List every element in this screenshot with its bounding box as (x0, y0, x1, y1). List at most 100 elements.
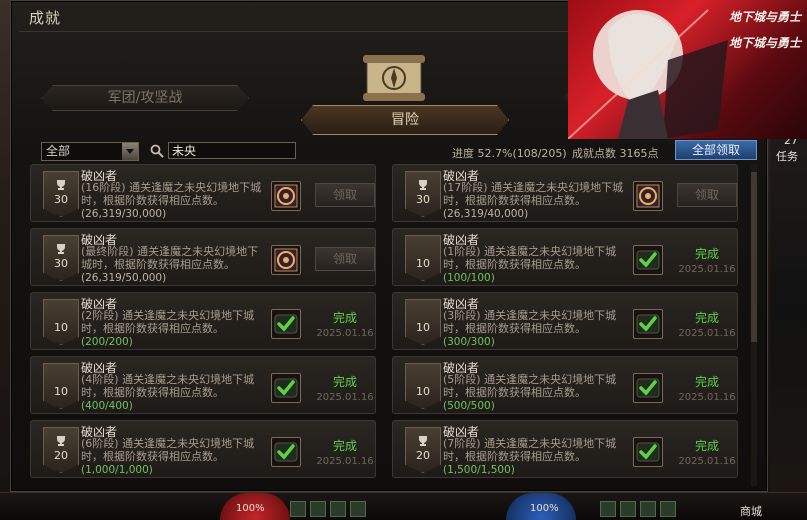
achievement-card: 10 破凶者 (4阶段) 通关逢魔之未央幻境地下城时，根据阶数获得相应点数。 (400… (30, 356, 376, 414)
achievement-progress: (26,319/50,000) (81, 272, 167, 284)
achievement-description: (7阶段) 通关逢魔之未央幻境地下城时，根据阶数获得相应点数。 (443, 437, 617, 463)
completed-date: 2025.01.16 (316, 328, 374, 339)
achievement-description: (最终阶段) 通关逢魔之未央幻境地下城时，根据阶数获得相应点数。 (81, 245, 259, 271)
claim-button[interactable]: 领取 (315, 183, 375, 207)
filter-selected-value: 全部 (46, 144, 71, 158)
achievement-description: (3阶段) 通关逢魔之未央幻境地下城时，根据阶数获得相应点数。 (443, 309, 617, 335)
claim-all-button[interactable]: 全部领取 (675, 140, 757, 160)
points-value: 30 (416, 193, 430, 206)
points-value: 10 (416, 385, 430, 398)
points-badge: 30 (43, 171, 79, 217)
achievement-card: 10 破凶者 (1阶段) 通关逢魔之未央幻境地下城时，根据阶数获得相应点数。 (100… (392, 228, 738, 286)
points-value: 20 (416, 449, 430, 462)
promo-banner[interactable]: 地下城与勇士 地下城与勇士 (568, 0, 807, 139)
completed-status: 完成 (694, 375, 719, 389)
achievement-description: (1阶段) 通关逢魔之未央幻境地下城时，根据阶数获得相应点数。 (443, 245, 617, 271)
chevron-down-icon[interactable] (122, 143, 138, 160)
skill-slot[interactable] (290, 501, 306, 517)
claim-button[interactable]: 领取 (677, 183, 737, 207)
skill-slot[interactable] (620, 501, 636, 517)
achievement-progress: (200/200) (81, 336, 133, 348)
points-badge: 10 (43, 363, 79, 409)
achievement-description: (4阶段) 通关逢魔之未央幻境地下城时，根据阶数获得相应点数。 (81, 373, 255, 399)
points-badge: 30 (43, 235, 79, 281)
achievement-progress: (500/500) (443, 400, 495, 412)
reward-emblem-icon (633, 181, 663, 211)
skill-slot[interactable] (350, 501, 366, 517)
achievement-progress: (1,000/1,000) (81, 464, 153, 476)
achievement-list: 30 破凶者 (16阶段) 通关逢魔之未央幻境地下城时，根据阶数获得相应点数。 (26… (30, 164, 754, 486)
search-icon (150, 144, 164, 158)
completed-status: 完成 (332, 311, 357, 325)
completed-status: 完成 (694, 439, 719, 453)
claim-button[interactable]: 领取 (315, 247, 375, 271)
hud-quest-label[interactable]: 任务 (776, 148, 798, 164)
points-badge: 10 (405, 235, 441, 281)
trophy-icon (55, 176, 67, 190)
achievement-card: 10 破凶者 (2阶段) 通关逢魔之未央幻境地下城时，根据阶数获得相应点数。 (200… (30, 292, 376, 350)
list-scrollbar[interactable] (751, 164, 757, 486)
achievement-card: 20 破凶者 (7阶段) 通关逢魔之未央幻境地下城时，根据阶数获得相应点数。 (1,5… (392, 420, 738, 478)
completed-date: 2025.01.16 (678, 392, 736, 403)
points-value: 30 (54, 193, 68, 206)
checkmark-icon (633, 309, 663, 339)
title-divider (19, 31, 579, 32)
reward-emblem-icon (271, 181, 301, 211)
achievement-progress: (400/400) (81, 400, 133, 412)
skill-slot[interactable] (640, 501, 656, 517)
points-value: 10 (416, 321, 430, 334)
achievement-description: (16阶段) 通关逢魔之未央幻境地下城时，根据阶数获得相应点数。 (81, 181, 262, 207)
tab-adventure[interactable]: 冒险 (301, 105, 509, 135)
completed-date: 2025.01.16 (678, 456, 736, 467)
trophy-icon (55, 432, 67, 446)
skill-slot[interactable] (310, 501, 326, 517)
banner-logo: 地下城与勇士 (728, 36, 801, 50)
checkmark-icon (271, 373, 301, 403)
window-title: 成就 (29, 9, 62, 27)
checkmark-icon (633, 245, 663, 275)
skill-slot[interactable] (330, 501, 346, 517)
trophy-icon (417, 176, 429, 190)
skill-slot[interactable] (600, 501, 616, 517)
trophy-icon (55, 240, 67, 254)
progress-summary: 进度 52.7%(108/205) (452, 147, 567, 160)
checkmark-icon (271, 437, 301, 467)
achievement-card: 30 破凶者 (16阶段) 通关逢魔之未央幻境地下城时，根据阶数获得相应点数。 (26… (30, 164, 376, 222)
achievement-description: (5阶段) 通关逢魔之未央幻境地下城时，根据阶数获得相应点数。 (443, 373, 617, 399)
achievement-points: 成就点数 3165点 (572, 147, 659, 160)
achievement-progress: (100/100) (443, 272, 495, 284)
achievement-progress: (1,500/1,500) (443, 464, 515, 476)
points-value: 10 (54, 321, 68, 334)
mp-percent: 100% (530, 503, 559, 514)
achievement-description: (17阶段) 通关逢魔之未央幻境地下城时，根据阶数获得相应点数。 (443, 181, 624, 207)
points-value: 10 (416, 257, 430, 270)
game-taskbar: 100% 100% 商城 (0, 492, 807, 520)
achievement-card: 10 破凶者 (3阶段) 通关逢魔之未央幻境地下城时，根据阶数获得相应点数。 (300… (392, 292, 738, 350)
completed-status: 完成 (332, 439, 357, 453)
achievement-progress: (26,319/40,000) (443, 208, 529, 220)
filter-dropdown[interactable]: 全部 (41, 142, 139, 161)
skill-slot[interactable] (660, 501, 676, 517)
points-badge: 20 (43, 427, 79, 473)
scroll-compass-icon (363, 55, 425, 101)
achievement-description: (6阶段) 通关逢魔之未央幻境地下城时，根据阶数获得相应点数。 (81, 437, 255, 463)
points-badge: 20 (405, 427, 441, 473)
trophy-icon (417, 432, 429, 446)
scrollbar-thumb[interactable] (751, 172, 757, 342)
points-badge: 10 (405, 363, 441, 409)
banner-logo: 地下城与勇士 (728, 10, 801, 24)
completed-status: 完成 (694, 247, 719, 261)
achievement-card: 30 破凶者 (最终阶段) 通关逢魔之未央幻境地下城时，根据阶数获得相应点数。 (26… (30, 228, 376, 286)
checkmark-icon (271, 309, 301, 339)
achievement-description: (2阶段) 通关逢魔之未央幻境地下城时，根据阶数获得相应点数。 (81, 309, 255, 335)
completed-date: 2025.01.16 (316, 392, 374, 403)
completed-status: 完成 (694, 311, 719, 325)
achievement-progress: (26,319/30,000) (81, 208, 167, 220)
hp-percent: 100% (236, 503, 265, 514)
checkmark-icon (633, 437, 663, 467)
shop-button[interactable]: 商城 (740, 503, 762, 519)
points-badge: 30 (405, 171, 441, 217)
search-input[interactable] (168, 142, 296, 159)
points-badge: 10 (405, 299, 441, 345)
tab-guild-siege[interactable]: 军团/攻坚战 (41, 85, 249, 111)
